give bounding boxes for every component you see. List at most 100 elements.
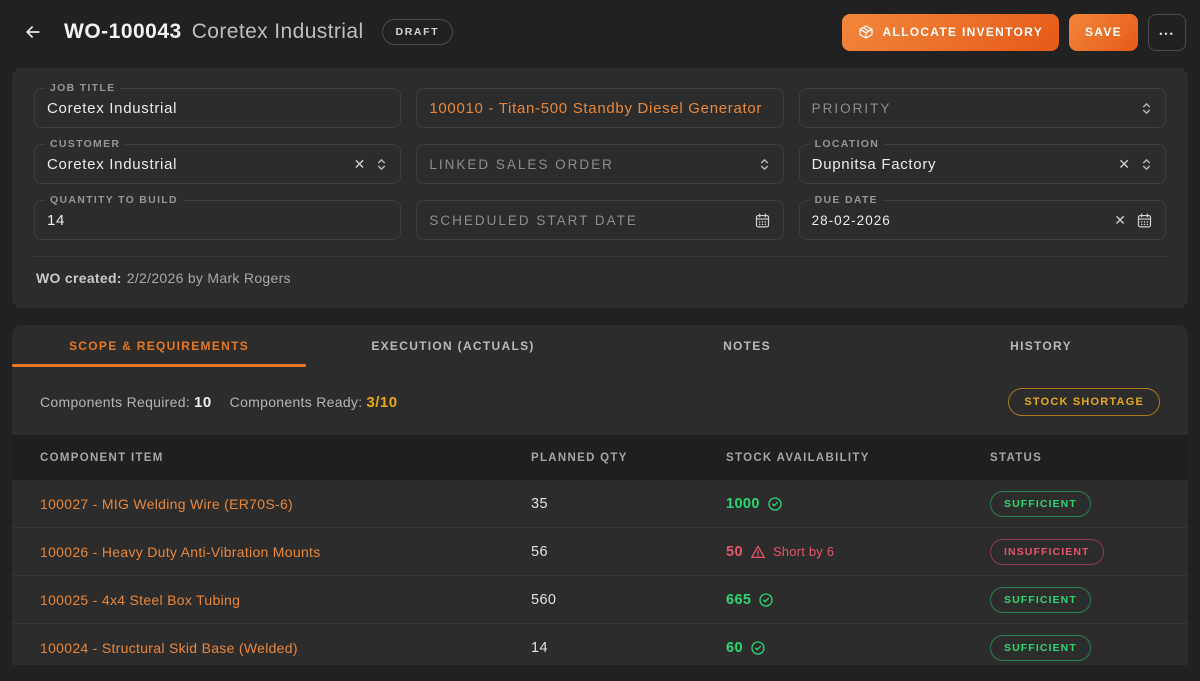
clear-icon[interactable]: ✕ [354, 157, 366, 171]
tab-execution-actuals[interactable]: EXECUTION (ACTUALS) [306, 325, 600, 367]
table-header: COMPONENT ITEM PLANNED QTY STOCK AVAILAB… [12, 435, 1188, 480]
package-icon [859, 25, 874, 39]
table-row: 100025 - 4x4 Steel Box Tubing 560 665 SU… [12, 576, 1188, 624]
linked-sales-order-select[interactable]: LINKED SALES ORDER [416, 144, 784, 184]
components-ready-value: 3/10 [366, 393, 398, 411]
priority-placeholder: PRIORITY [811, 100, 892, 116]
quantity-value: 14 [47, 211, 66, 229]
stock-availability-cell: 1000 [726, 496, 990, 512]
customer-label: CUSTOMER [45, 138, 126, 150]
work-order-form-card: JOB TITLE Coretex Industrial 100010 - Ti… [12, 68, 1188, 308]
component-item-link[interactable]: 100027 - MIG Welding Wire (ER70S-6) [40, 496, 531, 512]
clear-icon[interactable]: ✕ [1118, 157, 1130, 171]
chevron-updown-icon[interactable] [1140, 157, 1153, 172]
component-item-link[interactable]: 100024 - Structural Skid Base (Welded) [40, 640, 531, 656]
location-label: LOCATION [809, 138, 885, 150]
chevron-updown-icon[interactable] [375, 157, 388, 172]
due-date-value: 28-02-2026 [811, 212, 891, 228]
clear-icon[interactable]: ✕ [1114, 213, 1126, 227]
created-note-value: 2/2/2026 by Mark Rogers [126, 270, 291, 286]
check-circle-icon [751, 640, 765, 655]
linked-sales-order-placeholder: LINKED SALES ORDER [429, 156, 614, 172]
product-field[interactable]: 100010 - Titan-500 Standby Diesel Genera… [416, 88, 784, 128]
status-cell: SUFFICIENT [990, 634, 1188, 661]
back-button[interactable] [16, 15, 50, 49]
components-summary: Components Required: 10 Components Ready:… [12, 367, 1188, 435]
col-stock-availability: STOCK AVAILABILITY [726, 451, 870, 464]
status-badge: SUFFICIENT [990, 586, 1091, 613]
tab-bar: SCOPE & REQUIREMENTS EXECUTION (ACTUALS)… [12, 325, 1188, 367]
chevron-updown-icon[interactable] [1140, 101, 1153, 116]
ellipsis-icon: ••• [1159, 28, 1175, 39]
more-actions-button[interactable]: ••• [1148, 13, 1186, 51]
status-badge-draft: DRAFT [381, 19, 454, 45]
arrow-left-icon [26, 26, 40, 38]
stock-shortage-badge: STOCK SHORTAGE [1008, 388, 1160, 416]
job-title-value: Coretex Industrial [47, 99, 178, 117]
planned-qty-value: 56 [531, 543, 548, 560]
table-row: 100027 - MIG Welding Wire (ER70S-6) 35 1… [12, 480, 1188, 528]
stock-qty-value: 60 [726, 639, 743, 656]
components-required-value: 10 [193, 393, 212, 411]
stock-qty-value: 665 [726, 591, 752, 608]
status-cell: SUFFICIENT [990, 586, 1188, 613]
components-ready-stat: Components Ready: 3/10 [229, 393, 398, 411]
component-item-link[interactable]: 100026 - Heavy Duty Anti-Vibration Mount… [40, 544, 531, 560]
component-item-link[interactable]: 100025 - 4x4 Steel Box Tubing [40, 592, 531, 608]
status-badge: SUFFICIENT [990, 634, 1091, 661]
warning-triangle-icon [750, 545, 765, 558]
status-cell: SUFFICIENT [990, 490, 1188, 517]
stock-shortage-note: Short by 6 [772, 544, 835, 559]
allocate-inventory-button[interactable]: ALLOCATE INVENTORY [842, 13, 1059, 51]
planned-qty-value: 14 [531, 639, 548, 656]
status-badge: INSUFFICIENT [990, 538, 1104, 565]
chevron-updown-icon[interactable] [758, 157, 771, 172]
status-cell: INSUFFICIENT [990, 538, 1188, 565]
scheduled-start-date-field[interactable]: SCHEDULED START DATE [416, 200, 784, 240]
tab-scope-requirements[interactable]: SCOPE & REQUIREMENTS [12, 325, 306, 367]
table-row: 100026 - Heavy Duty Anti-Vibration Mount… [12, 528, 1188, 576]
location-select[interactable]: LOCATION Dupnitsa Factory ✕ [798, 138, 1166, 184]
table-row: 100024 - Structural Skid Base (Welded) 1… [12, 624, 1188, 665]
components-required-stat: Components Required: 10 [40, 393, 212, 411]
scheduled-start-placeholder: SCHEDULED START DATE [429, 212, 638, 228]
top-bar: WO-100043 Coretex Industrial DRAFT ALLOC… [0, 0, 1200, 64]
due-date-label: DUE DATE [809, 194, 883, 206]
stock-qty-value: 1000 [726, 495, 760, 512]
tab-history[interactable]: HISTORY [894, 325, 1188, 367]
quantity-to-build-field[interactable]: QUANTITY TO BUILD 14 [34, 194, 402, 240]
created-note-label: WO created: [36, 270, 122, 286]
quantity-label: QUANTITY TO BUILD [45, 194, 183, 206]
stock-availability-cell: 665 [726, 592, 990, 608]
save-label: SAVE [1085, 25, 1122, 39]
details-card: SCOPE & REQUIREMENTS EXECUTION (ACTUALS)… [12, 325, 1188, 665]
planned-qty-value: 560 [531, 591, 557, 608]
customer-select[interactable]: CUSTOMER Coretex Industrial ✕ [34, 138, 402, 184]
top-bar-actions: ALLOCATE INVENTORY SAVE ••• [842, 13, 1186, 51]
check-circle-icon [759, 592, 774, 607]
allocate-inventory-label: ALLOCATE INVENTORY [882, 25, 1043, 39]
calendar-icon[interactable] [1136, 212, 1153, 229]
stock-availability-cell: 60 [726, 640, 990, 656]
job-title-label: JOB TITLE [45, 82, 121, 94]
due-date-field[interactable]: DUE DATE 28-02-2026 ✕ [798, 194, 1166, 240]
status-badge: SUFFICIENT [990, 490, 1091, 517]
col-component-item: COMPONENT ITEM [40, 451, 164, 464]
save-button[interactable]: SAVE [1069, 13, 1138, 51]
job-title-field[interactable]: JOB TITLE Coretex Industrial [34, 82, 402, 128]
created-note: WO created: 2/2/2026 by Mark Rogers [34, 257, 1166, 296]
col-planned-qty: PLANNED QTY [531, 451, 628, 464]
product-value: 100010 - Titan-500 Standby Diesel Genera… [429, 99, 763, 117]
priority-select[interactable]: PRIORITY [798, 88, 1166, 128]
col-status: STATUS [990, 451, 1043, 464]
tab-notes[interactable]: NOTES [600, 325, 894, 367]
location-value: Dupnitsa Factory [811, 155, 937, 173]
stock-availability-cell: 50 Short by 6 [726, 544, 990, 560]
check-circle-icon [768, 496, 782, 511]
wo-name: Coretex Industrial [191, 20, 364, 43]
page-title: WO-100043 Coretex Industrial DRAFT [64, 19, 454, 45]
wo-number: WO-100043 [64, 20, 182, 43]
customer-value: Coretex Industrial [47, 155, 178, 173]
planned-qty-value: 35 [531, 495, 548, 512]
calendar-icon[interactable] [754, 212, 771, 229]
